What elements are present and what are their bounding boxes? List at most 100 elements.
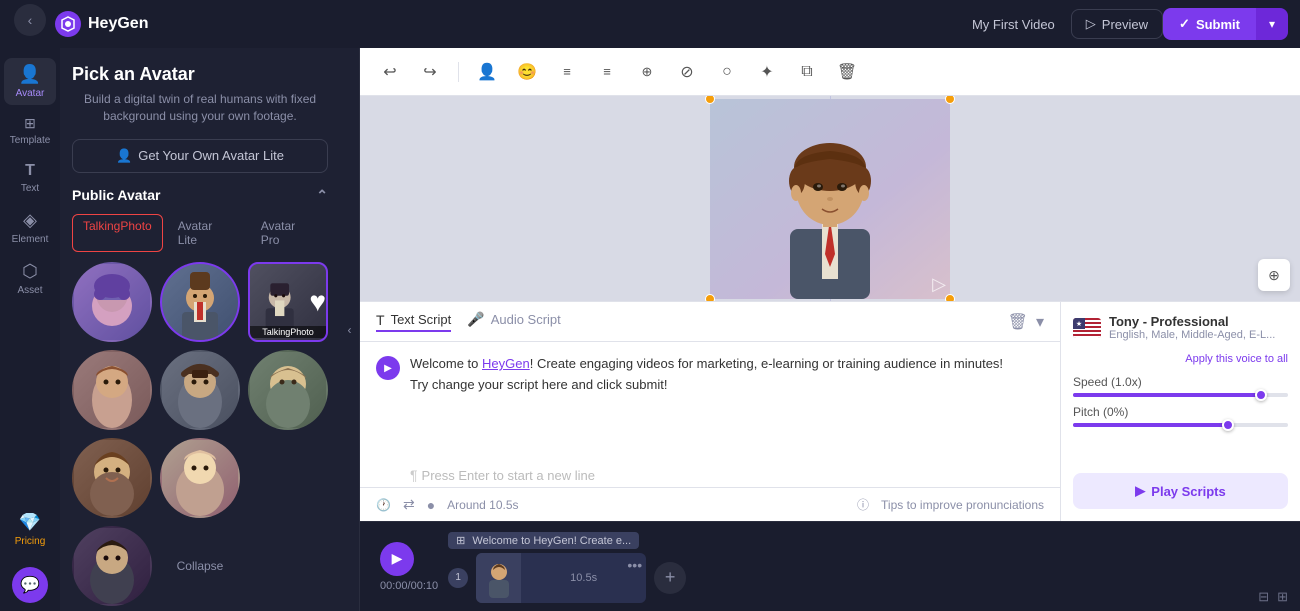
panel-collapse-button[interactable]: ‹ (340, 48, 360, 611)
submit-check-icon: ✓ (1179, 16, 1190, 32)
apply-voice-label: Apply this voice to all (1185, 353, 1288, 365)
clip-menu-button[interactable]: ••• (627, 557, 642, 573)
pitch-fill (1073, 423, 1234, 427)
handle-bottom-left[interactable] (705, 294, 715, 302)
timeline-play-button[interactable]: ▶ 00:00/00:10 (380, 542, 438, 592)
avatar-item-5[interactable] (160, 350, 240, 430)
avatar-item-1[interactable] (72, 262, 152, 342)
sidebar-item-asset[interactable]: ⬡ Asset (4, 255, 56, 302)
avatar-figure-8 (162, 440, 238, 516)
hide-icon: ⊘ (680, 62, 693, 82)
sidebar-item-pricing[interactable]: 💎 Pricing (4, 506, 56, 553)
script-panel: T Text Script 🎤 Audio Script 🗑 (360, 301, 1300, 521)
avatar-item-3[interactable]: TalkingPhoto ♥ (248, 262, 328, 342)
public-avatar-collapse-icon[interactable]: ⌃ (316, 187, 328, 204)
sidebar-item-text[interactable]: T Text (4, 156, 56, 200)
tab-audio-script[interactable]: 🎤 Audio Script (467, 311, 561, 332)
play-scripts-button[interactable]: ▶ Play Scripts (1073, 473, 1288, 509)
redo-button[interactable]: ↪ (416, 58, 444, 86)
avatar-item-7[interactable] (72, 438, 152, 518)
pitch-label: Pitch (0%) (1073, 405, 1288, 419)
stack-button[interactable]: ⊕ (633, 58, 661, 86)
chevron-down-icon: ▾ (1269, 17, 1275, 31)
collapse-button[interactable]: Collapse (160, 526, 240, 606)
sidebar-item-avatar[interactable]: 👤 Avatar (4, 58, 56, 105)
top-bar: ‹ HeyGen My First Video ▷ Preview ✓ Subm… (0, 0, 1300, 48)
preview-button[interactable]: ▷ Preview (1071, 9, 1163, 39)
handle-top-left[interactable] (705, 96, 715, 104)
clip-label-bar[interactable]: ⊞ Welcome to HeyGen! Create e... (448, 532, 639, 549)
timeline-controls: ▶ 00:00/00:10 (370, 542, 448, 592)
chat-icon: 💬 (20, 575, 40, 595)
tab-avatar-pro[interactable]: Avatar Pro (250, 214, 328, 252)
duplicate-icon: ⧉ (801, 63, 812, 81)
add-scene-button[interactable]: + (654, 562, 686, 594)
avatar-figure-6 (250, 352, 326, 428)
submit-dropdown-button[interactable]: ▾ (1256, 8, 1288, 40)
stack-icon: ⊕ (642, 64, 653, 80)
template-icon: ⊞ (24, 115, 36, 132)
submit-label: Submit (1196, 17, 1240, 32)
sidebar-element-label: Element (12, 234, 49, 245)
canvas-avatar-svg (710, 99, 950, 299)
tab-talking-photo[interactable]: TalkingPhoto (72, 214, 163, 252)
play-scripts-label: Play Scripts (1151, 484, 1225, 499)
script-text-area[interactable]: ▶ Welcome to HeyGen! Create engaging vid… (360, 342, 1060, 463)
script-body: T Text Script 🎤 Audio Script 🗑 (360, 302, 1300, 521)
get-own-avatar-button[interactable]: 👤 Get Your Own Avatar Lite (72, 139, 328, 173)
heygen-logo-icon (54, 10, 82, 38)
sidebar-item-template[interactable]: ⊞ Template (4, 109, 56, 152)
pitch-thumb[interactable] (1222, 419, 1234, 431)
layers-button[interactable]: ≡ (593, 58, 621, 86)
zoom-button[interactable]: ⊕ (1258, 259, 1290, 291)
avatar-tool-button[interactable]: 👤 (473, 58, 501, 86)
text-align-button[interactable]: ≡ (553, 58, 581, 86)
ai-icon: ● (427, 497, 435, 513)
chat-button[interactable]: 💬 (12, 567, 48, 603)
submit-group: ✓ Submit ▾ (1163, 8, 1288, 40)
handle-top-right[interactable] (945, 96, 955, 104)
tab-avatar-pro-label: Avatar Pro (261, 219, 295, 247)
tab-avatar-lite[interactable]: Avatar Lite (167, 214, 246, 252)
avatar-item-4[interactable] (72, 350, 152, 430)
speed-slider[interactable] (1073, 393, 1288, 397)
avatar-item-9[interactable] (72, 526, 152, 606)
hide-button[interactable]: ⊘ (673, 58, 701, 86)
avatar-item-6[interactable] (248, 350, 328, 430)
delete-button[interactable]: 🗑 (833, 58, 861, 86)
speed-thumb[interactable] (1255, 389, 1267, 401)
script-line-play[interactable]: ▶ (376, 356, 400, 380)
text-align-icon: ≡ (563, 64, 571, 79)
heygen-link[interactable]: HeyGen (482, 356, 530, 371)
clip-label-text: Welcome to HeyGen! Create e... (472, 535, 631, 547)
apply-voice-button[interactable]: Apply this voice to all (1073, 353, 1288, 365)
redo-icon: ↪ (423, 62, 436, 82)
sidebar-item-element[interactable]: ◈ Element (4, 204, 56, 251)
preview-icon: ▷ (1086, 16, 1096, 32)
timeline-clip[interactable]: 10.5s ••• (476, 553, 646, 603)
avatar-item-2[interactable] (160, 262, 240, 342)
duplicate-button[interactable]: ⧉ (793, 58, 821, 86)
handle-bottom-right[interactable] (945, 294, 955, 302)
tab-text-script[interactable]: T Text Script (376, 312, 451, 332)
toolbar-divider-1 (458, 62, 459, 82)
canvas-area[interactable]: ▷ ⊕ (360, 96, 1300, 301)
timing-text: Around 10.5s (447, 498, 518, 512)
asset-icon: ⬡ (22, 261, 38, 282)
circle-button[interactable]: ○ (713, 58, 741, 86)
pitch-slider[interactable] (1073, 423, 1288, 427)
info-icon: ⓘ (857, 496, 869, 513)
script-delete-button[interactable]: 🗑 (1008, 312, 1028, 332)
avatar-item-8[interactable] (160, 438, 240, 518)
submit-button[interactable]: ✓ Submit (1163, 8, 1256, 40)
emoji-button[interactable]: 😊 (513, 58, 541, 86)
timeline-expand-icon[interactable]: ⊞ (1277, 589, 1288, 605)
script-expand-button[interactable]: ▾ (1036, 312, 1044, 332)
canvas-avatar-container[interactable]: ▷ (710, 99, 950, 299)
undo-button[interactable]: ↩ (376, 58, 404, 86)
timeline-shrink-icon[interactable]: ⊟ (1258, 589, 1269, 605)
back-button[interactable]: ‹ (14, 4, 46, 36)
clip-duration: 10.5s (521, 572, 646, 584)
scene-number: 1 (448, 568, 468, 588)
effect-button[interactable]: ✦ (753, 58, 781, 86)
